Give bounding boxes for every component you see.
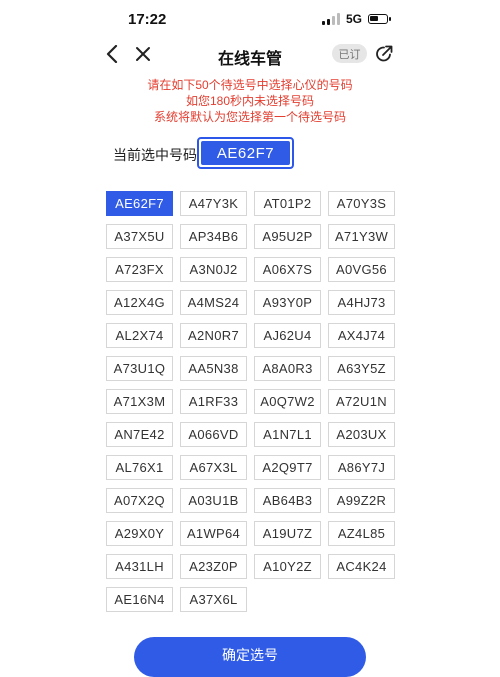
- plate-option[interactable]: AN7E42: [106, 422, 173, 447]
- plate-option[interactable]: A73U1Q: [106, 356, 173, 381]
- current-selection-label: 当前选中号码:: [113, 147, 201, 163]
- plate-option[interactable]: A29X0Y: [106, 521, 173, 546]
- plate-option[interactable]: AC4K24: [328, 554, 395, 579]
- plate-option[interactable]: AL2X74: [106, 323, 173, 348]
- plate-option[interactable]: A06X7S: [254, 257, 321, 282]
- plate-option[interactable]: A066VD: [180, 422, 247, 447]
- signal-icon: [322, 13, 340, 25]
- plate-option[interactable]: A8A0R3: [254, 356, 321, 381]
- plate-option[interactable]: AP34B6: [180, 224, 247, 249]
- plate-option[interactable]: A4HJ73: [328, 290, 395, 315]
- status-time: 17:22: [128, 11, 167, 28]
- plate-option[interactable]: AB64B3: [254, 488, 321, 513]
- plate-number-grid: AE62F7 A47Y3K AT01P2 A70Y3S A37X5U AP34B6 A95U…: [106, 191, 395, 612]
- plate-option[interactable]: AL76X1: [106, 455, 173, 480]
- status-bar: 17:22 5G: [0, 0, 500, 40]
- current-selection-display: AE62F7: [197, 137, 294, 169]
- plate-option[interactable]: AA5N38: [180, 356, 247, 381]
- battery-icon: [368, 14, 392, 24]
- plate-option[interactable]: A23Z0P: [180, 554, 247, 579]
- plate-option[interactable]: A19U7Z: [254, 521, 321, 546]
- notice-line: 请在如下50个待选号中选择心仪的号码: [147, 78, 353, 92]
- plate-option[interactable]: A1N7L1: [254, 422, 321, 447]
- plate-option[interactable]: A723FX: [106, 257, 173, 282]
- confirm-selection-button[interactable]: 确定选号: [134, 637, 366, 677]
- plate-option[interactable]: A99Z2R: [328, 488, 395, 513]
- plate-option[interactable]: A95U2P: [254, 224, 321, 249]
- plate-option[interactable]: A431LH: [106, 554, 173, 579]
- plate-option[interactable]: A203UX: [328, 422, 395, 447]
- plate-option[interactable]: A0VG56: [328, 257, 395, 282]
- plate-option[interactable]: A0Q7W2: [254, 389, 321, 414]
- plate-option[interactable]: A72U1N: [328, 389, 395, 414]
- notice-line: 如您180秒内未选择号码: [185, 94, 315, 108]
- plate-option[interactable]: AX4J74: [328, 323, 395, 348]
- plate-option[interactable]: A2Q9T7: [254, 455, 321, 480]
- plate-option[interactable]: AE62F7: [106, 191, 173, 216]
- plate-option[interactable]: AE16N4: [106, 587, 173, 612]
- plate-option[interactable]: A63Y5Z: [328, 356, 395, 381]
- plate-option[interactable]: A12X4G: [106, 290, 173, 315]
- subscribe-button[interactable]: 已订: [332, 44, 367, 63]
- plate-option[interactable]: A4MS24: [180, 290, 247, 315]
- plate-option[interactable]: A10Y2Z: [254, 554, 321, 579]
- selection-notice: 请在如下50个待选号中选择心仪的号码 如您180秒内未选择号码 系统将默认为您选…: [0, 77, 500, 125]
- plate-option[interactable]: AZ4L85: [328, 521, 395, 546]
- plate-option[interactable]: A37X5U: [106, 224, 173, 249]
- page-title: 在线车管: [217, 51, 282, 68]
- notice-line: 系统将默认为您选择第一个待选号码: [153, 110, 346, 124]
- plate-option[interactable]: A71X3M: [106, 389, 173, 414]
- plate-option[interactable]: A2N0R7: [180, 323, 247, 348]
- plate-option[interactable]: A3N0J2: [180, 257, 247, 282]
- plate-option[interactable]: A86Y7J: [328, 455, 395, 480]
- plate-option[interactable]: A70Y3S: [328, 191, 395, 216]
- status-indicators: 5G: [322, 12, 392, 26]
- plate-option[interactable]: A47Y3K: [180, 191, 247, 216]
- plate-option[interactable]: A93Y0P: [254, 290, 321, 315]
- plate-option[interactable]: A07X2Q: [106, 488, 173, 513]
- plate-option[interactable]: A1RF33: [180, 389, 247, 414]
- network-label: 5G: [346, 12, 363, 26]
- share-icon[interactable]: [372, 42, 396, 66]
- plate-option[interactable]: A67X3L: [180, 455, 247, 480]
- plate-option[interactable]: A37X6L: [180, 587, 247, 612]
- plate-option[interactable]: A1WP64: [180, 521, 247, 546]
- plate-option[interactable]: A71Y3W: [328, 224, 395, 249]
- plate-option[interactable]: A03U1B: [180, 488, 247, 513]
- current-selection-value: AE62F7: [201, 141, 290, 165]
- nav-bar: 在线车管 已订: [0, 40, 500, 70]
- confirm-label: 确定选号: [222, 647, 278, 663]
- plate-option[interactable]: AT01P2: [254, 191, 321, 216]
- plate-option[interactable]: AJ62U4: [254, 323, 321, 348]
